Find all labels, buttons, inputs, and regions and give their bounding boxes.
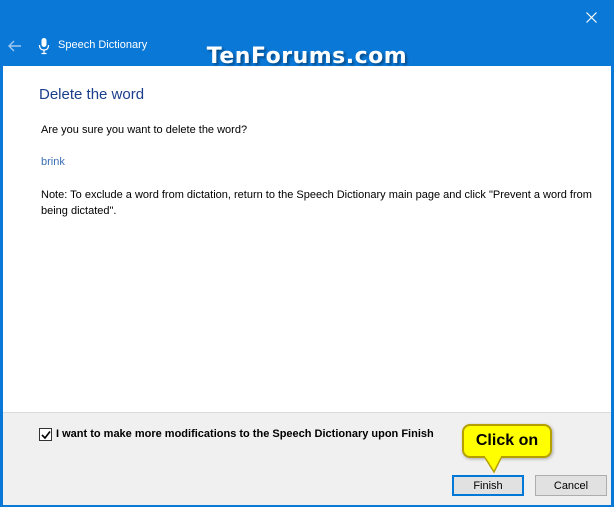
close-icon (585, 11, 597, 23)
modifications-checkbox[interactable] (39, 428, 52, 441)
back-arrow-icon (8, 40, 21, 52)
note-text: Note: To exclude a word from dictation, … (41, 189, 592, 217)
annotation-callout: Click on (462, 424, 552, 458)
callout-pointer (483, 456, 503, 474)
finish-button[interactable]: Finish (452, 475, 524, 496)
close-button[interactable] (568, 0, 614, 34)
title-header: Speech Dictionary (0, 34, 614, 58)
word-value: brink (41, 156, 65, 168)
back-button[interactable] (4, 34, 26, 58)
confirm-question: Are you sure you want to delete the word… (41, 124, 248, 136)
checkmark-icon (40, 430, 51, 439)
modifications-checkbox-label[interactable]: I want to make more modifications to the… (56, 428, 434, 440)
app-title: Speech Dictionary (58, 39, 148, 51)
page-title: Delete the word (39, 86, 145, 103)
microphone-icon (38, 38, 50, 55)
cancel-button[interactable]: Cancel (535, 475, 607, 496)
